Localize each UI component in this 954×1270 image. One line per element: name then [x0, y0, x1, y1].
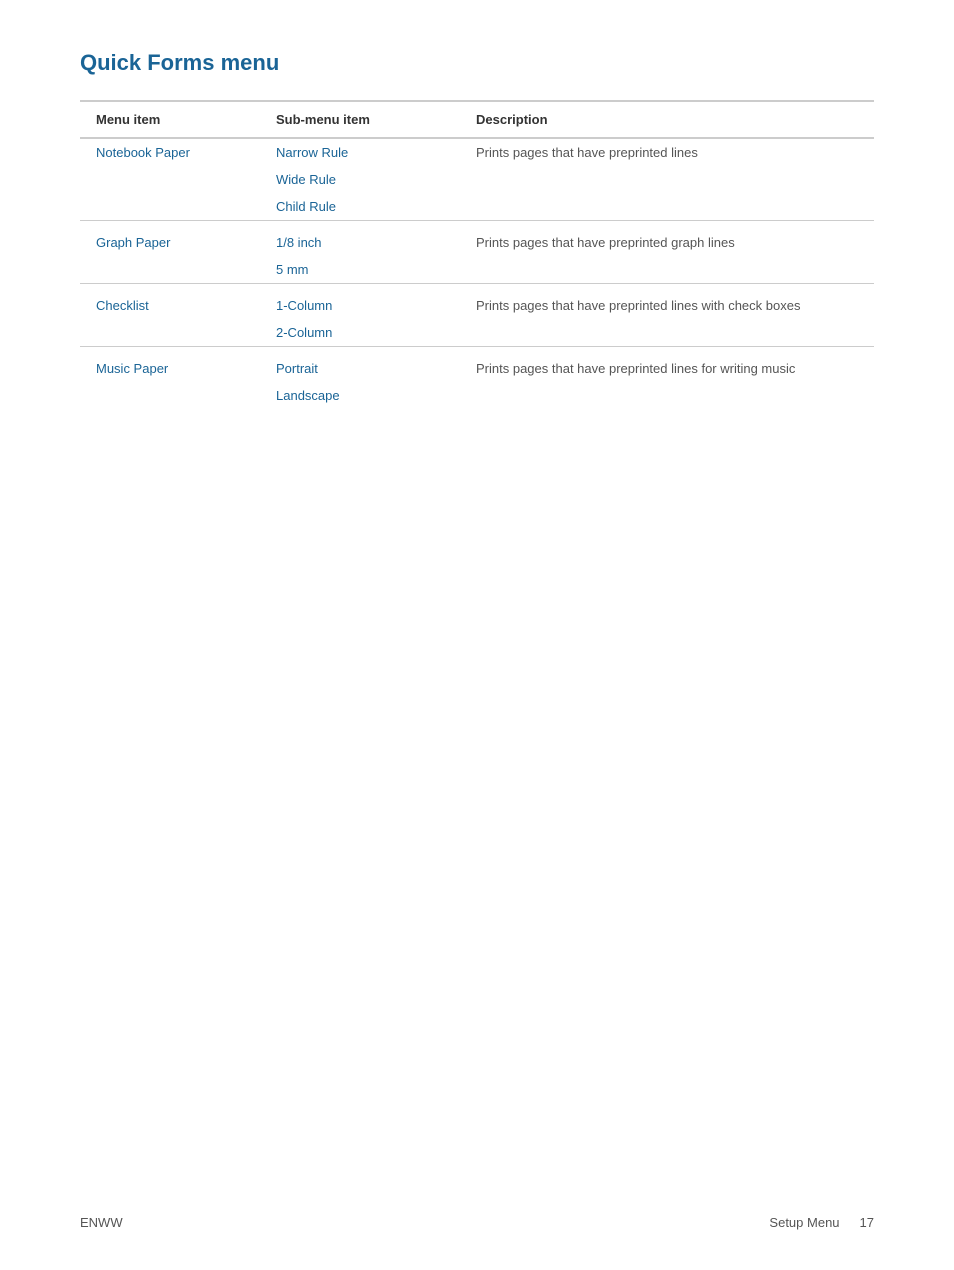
page-footer: ENWW Setup Menu 17 [80, 1215, 874, 1230]
sub-menu-item-cell: Landscape [260, 382, 460, 409]
description-cell: Prints pages that have preprinted lines [460, 138, 874, 166]
table-row: 5 mm [80, 256, 874, 284]
sub-menu-item-cell: Portrait [260, 347, 460, 383]
sub-menu-item-cell: 1/8 inch [260, 221, 460, 257]
description-cell [460, 382, 874, 409]
col-header-description: Description [460, 101, 874, 138]
page-content: Quick Forms menu Menu item Sub-menu item… [0, 0, 954, 489]
table-row: Music PaperPortraitPrints pages that hav… [80, 347, 874, 383]
footer-page-number: 17 [860, 1215, 874, 1230]
menu-item-cell [80, 193, 260, 221]
description-cell: Prints pages that have preprinted lines … [460, 347, 874, 383]
sub-menu-item-cell: 2-Column [260, 319, 460, 347]
description-cell [460, 319, 874, 347]
description-cell: Prints pages that have preprinted lines … [460, 284, 874, 320]
footer-right: Setup Menu 17 [769, 1215, 874, 1230]
table-row: Landscape [80, 382, 874, 409]
table-row: Graph Paper1/8 inchPrints pages that hav… [80, 221, 874, 257]
table-header-row: Menu item Sub-menu item Description [80, 101, 874, 138]
table-row: Child Rule [80, 193, 874, 221]
description-cell [460, 193, 874, 221]
table-row: Notebook PaperNarrow RulePrints pages th… [80, 138, 874, 166]
col-header-sub-menu-item: Sub-menu item [260, 101, 460, 138]
description-cell [460, 166, 874, 193]
menu-item-cell [80, 256, 260, 284]
sub-menu-item-cell: 1-Column [260, 284, 460, 320]
menu-item-cell: Graph Paper [80, 221, 260, 257]
description-cell: Prints pages that have preprinted graph … [460, 221, 874, 257]
description-cell [460, 256, 874, 284]
sub-menu-item-cell: 5 mm [260, 256, 460, 284]
page-title: Quick Forms menu [80, 50, 874, 76]
menu-item-cell [80, 166, 260, 193]
footer-left: ENWW [80, 1215, 123, 1230]
sub-menu-item-cell: Wide Rule [260, 166, 460, 193]
menu-item-cell: Notebook Paper [80, 138, 260, 166]
sub-menu-item-cell: Narrow Rule [260, 138, 460, 166]
table-row: 2-Column [80, 319, 874, 347]
menu-item-cell [80, 382, 260, 409]
table-row: Checklist1-ColumnPrints pages that have … [80, 284, 874, 320]
col-header-menu-item: Menu item [80, 101, 260, 138]
sub-menu-item-cell: Child Rule [260, 193, 460, 221]
table-row: Wide Rule [80, 166, 874, 193]
footer-center: Setup Menu [769, 1215, 839, 1230]
menu-item-cell: Music Paper [80, 347, 260, 383]
menu-item-cell: Checklist [80, 284, 260, 320]
menu-item-cell [80, 319, 260, 347]
quick-forms-table: Menu item Sub-menu item Description Note… [80, 100, 874, 409]
